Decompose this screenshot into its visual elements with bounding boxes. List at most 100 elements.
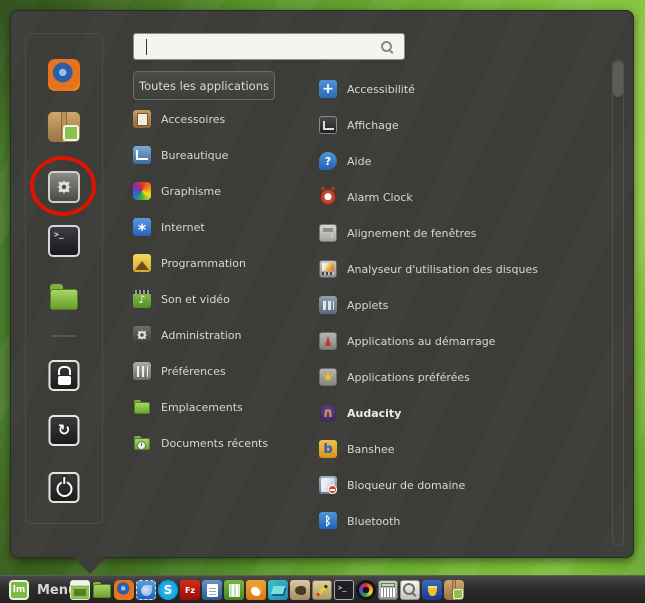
scrollbar-thumb[interactable] (613, 61, 623, 97)
category-label: Programmation (161, 257, 246, 270)
blocked-badge (328, 485, 337, 494)
app-accessibility[interactable]: + Accessibilité (319, 71, 611, 107)
alarm-clock-icon (319, 188, 337, 206)
category-label: Son et vidéo (161, 293, 230, 306)
libreoffice-calc-icon[interactable] (224, 580, 244, 600)
terminal-icon[interactable]: >_ (334, 580, 354, 600)
software-manager-icon[interactable] (444, 580, 464, 600)
calculator-icon[interactable] (378, 580, 398, 600)
scrollbar-track[interactable] (612, 59, 624, 546)
logout-button[interactable]: ↻ (49, 415, 80, 446)
show-desktop-icon[interactable] (70, 580, 90, 600)
gimp-icon[interactable] (290, 580, 310, 600)
categories-list: Accessoires Bureautique Graphisme * Inte… (133, 101, 308, 461)
recent-documents-icon (133, 434, 151, 452)
category-programming[interactable]: Programmation (133, 245, 308, 281)
mint-logo-icon: lm (9, 580, 29, 600)
sidebar-separator (51, 335, 77, 337)
app-startup-applications[interactable]: Applications au démarrage (319, 323, 611, 359)
app-help[interactable]: ? Aide (319, 143, 611, 179)
bluetooth-icon: ᛒ (319, 512, 337, 529)
app-label: Alignement de fenêtres (347, 227, 476, 240)
app-window-tiling[interactable]: Alignement de fenêtres (319, 215, 611, 251)
libreoffice-draw-icon[interactable] (246, 580, 266, 600)
category-label: Emplacements (161, 401, 243, 414)
app-audacity[interactable]: ∩ Audacity (319, 395, 611, 431)
app-bluetooth[interactable]: ᛒ Bluetooth (319, 503, 611, 529)
category-label: Documents récents (161, 437, 268, 450)
lock-screen-button[interactable] (49, 360, 80, 391)
all-applications-button[interactable]: Toutes les applications (133, 71, 275, 100)
app-label: Accessibilité (347, 83, 415, 96)
banshee-icon: b (319, 440, 337, 458)
app-applets[interactable]: Applets (319, 287, 611, 323)
app-alarm-clock[interactable]: Alarm Clock (319, 179, 611, 215)
app-label: Banshee (347, 443, 395, 456)
shutdown-button[interactable] (49, 472, 80, 503)
category-label: Bureautique (161, 149, 228, 162)
lock-icon (58, 366, 71, 375)
software-manager-icon[interactable] (48, 112, 80, 142)
category-places[interactable]: Emplacements (133, 389, 308, 425)
menu-pointer-tail (73, 556, 107, 574)
app-label: Alarm Clock (347, 191, 413, 204)
app-label: Audacity (347, 407, 401, 420)
audacity-icon: ∩ (319, 404, 337, 422)
app-label: Aide (347, 155, 371, 168)
files-folder-icon[interactable] (48, 284, 80, 310)
logout-icon: ↻ (58, 423, 71, 438)
skype-icon[interactable]: S (158, 580, 178, 600)
app-label: Bloqueur de domaine (347, 479, 465, 492)
programming-icon (133, 254, 151, 272)
app-display[interactable]: Affichage (319, 107, 611, 143)
category-office[interactable]: Bureautique (133, 137, 308, 173)
category-graphics[interactable]: Graphisme (133, 173, 308, 209)
xournal-icon[interactable] (312, 580, 332, 600)
files-icon[interactable] (92, 580, 112, 600)
internet-icon: * (133, 218, 151, 236)
category-preferences[interactable]: Préférences (133, 353, 308, 389)
category-sound-video[interactable]: ♪ Son et vidéo (133, 281, 308, 317)
app-disk-usage[interactable]: Analyseur d'utilisation des disques (319, 251, 611, 287)
magnifier-icon (381, 41, 392, 52)
applications-list: + Accessibilité Affichage ? Aide Alarm C… (319, 71, 611, 529)
firefox-icon[interactable] (114, 580, 134, 600)
accessories-icon (133, 110, 151, 128)
disk-usage-icon (319, 260, 337, 278)
annotation-red-circle (30, 156, 96, 216)
search-files-icon[interactable] (400, 580, 420, 600)
places-icon (133, 398, 151, 416)
category-accessories[interactable]: Accessoires (133, 101, 308, 137)
app-label: Affichage (347, 119, 399, 132)
domain-blocker-icon (319, 476, 337, 494)
favorites-sidebar: >_ ↻ (25, 33, 103, 524)
media-player-icon[interactable] (356, 580, 376, 600)
app-label: Applications préférées (347, 371, 470, 384)
category-recent-documents[interactable]: Documents récents (133, 425, 308, 461)
games-trophy-icon[interactable] (422, 580, 442, 600)
category-label: Graphisme (161, 185, 221, 198)
filezilla-icon[interactable]: Fz (180, 580, 200, 600)
category-administration[interactable]: Administration (133, 317, 308, 353)
terminal-icon[interactable]: >_ (48, 225, 80, 257)
thunderbird-icon[interactable] (136, 580, 156, 600)
window-tiling-icon (319, 224, 337, 242)
app-banshee[interactable]: b Banshee (319, 431, 611, 467)
firefox-icon[interactable] (48, 59, 80, 91)
applets-icon (319, 296, 337, 314)
app-label: Analyseur d'utilisation des disques (347, 263, 538, 276)
magnifier-icon (403, 583, 415, 595)
photos-icon[interactable] (268, 580, 288, 600)
app-domain-blocker[interactable]: Bloqueur de domaine (319, 467, 611, 503)
libreoffice-writer-icon[interactable] (202, 580, 222, 600)
category-internet[interactable]: * Internet (133, 209, 308, 245)
office-icon (133, 146, 151, 164)
startup-apps-icon (319, 332, 337, 350)
text-caret (146, 39, 147, 55)
app-preferred-applications[interactable]: ★ Applications préférées (319, 359, 611, 395)
preferences-icon (133, 362, 151, 380)
taskbar: lm Menu S Fz >_ (0, 575, 645, 603)
taskbar-launchers: S Fz >_ (70, 580, 464, 600)
sound-video-icon: ♪ (133, 290, 151, 308)
search-input[interactable] (134, 34, 404, 59)
